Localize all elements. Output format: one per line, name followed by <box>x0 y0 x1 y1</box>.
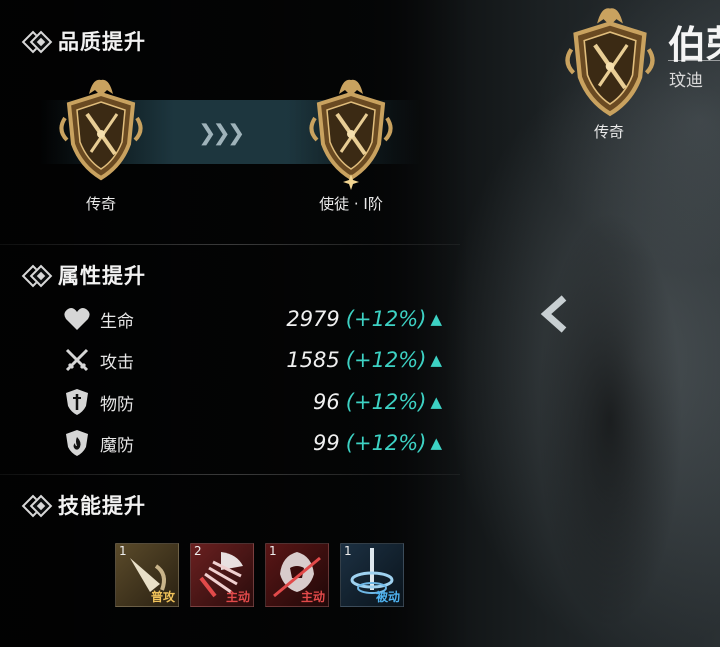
stat-value: 99 <box>313 431 340 455</box>
stat-bonus: (+12%) <box>345 431 427 455</box>
trend-up-icon: ▲ <box>430 310 442 328</box>
skill-type-tag: 普攻 <box>150 590 175 604</box>
attributes-section-title: 属性提升 <box>21 260 146 290</box>
section-divider <box>0 244 460 245</box>
skill-type-tag: 被动 <box>375 590 400 604</box>
stat-value-group: 99 (+12%) ▲ <box>313 431 442 455</box>
skill-slot-passive[interactable]: 1 被动 <box>340 543 404 607</box>
attributes-title-text: 属性提升 <box>58 263 146 288</box>
stat-name: 物防 <box>100 394 134 415</box>
hero-rank-crest-icon <box>560 2 660 118</box>
stat-bonus: (+12%) <box>345 348 427 372</box>
heart-icon <box>62 304 92 334</box>
skill-slot-active-1[interactable]: 2 主动 <box>190 543 254 607</box>
stat-row-magic-def: 魔防 99 (+12%) ▲ <box>62 428 442 458</box>
skill-level: 2 <box>194 544 202 558</box>
skill-slot-active-2[interactable]: 1 主动 <box>265 543 329 607</box>
skills-section-title: 技能提升 <box>21 490 146 520</box>
legend-crest-icon <box>55 74 147 182</box>
apostle-crest-icon <box>305 74 397 192</box>
skill-level: 1 <box>344 544 352 558</box>
skills-title-text: 技能提升 <box>58 493 146 518</box>
stat-bonus: (+12%) <box>345 307 427 331</box>
quality-to-label: 使徒 · Ⅰ阶 <box>319 195 383 213</box>
quality-title-text: 品质提升 <box>58 29 146 54</box>
stat-value: 1585 <box>286 348 340 372</box>
trend-up-icon: ▲ <box>430 393 442 411</box>
stat-value: 96 <box>313 390 340 414</box>
diamond-bullet-icon <box>21 263 54 288</box>
diamond-bullet-icon <box>21 29 54 54</box>
stat-value-group: 1585 (+12%) ▲ <box>286 348 442 372</box>
hero-name-underline <box>668 60 720 61</box>
stat-name: 魔防 <box>100 435 134 456</box>
triple-chevron-right-icon: ❯❯❯ <box>198 121 245 146</box>
section-divider <box>0 474 460 475</box>
trend-up-icon: ▲ <box>430 434 442 452</box>
trend-up-icon: ▲ <box>430 351 442 369</box>
stat-value: 2979 <box>286 307 340 331</box>
collapse-chevron-left-icon[interactable] <box>538 294 570 338</box>
quality-from-label: 传奇 <box>85 195 116 213</box>
stat-bonus: (+12%) <box>345 390 427 414</box>
skill-type-tag: 主动 <box>225 590 250 604</box>
skill-type-tag: 主动 <box>300 590 325 604</box>
skill-level: 1 <box>119 544 127 558</box>
shield-sword-icon <box>62 387 92 417</box>
stat-row-phys-def: 物防 96 (+12%) ▲ <box>62 387 442 417</box>
diamond-bullet-icon <box>21 493 54 518</box>
stat-row-attack: 攻击 1585 (+12%) ▲ <box>62 345 442 375</box>
skill-level: 1 <box>269 544 277 558</box>
skill-slot-basic-attack[interactable]: 1 普攻 <box>115 543 179 607</box>
quality-section-title: 品质提升 <box>21 26 146 56</box>
crossed-swords-icon <box>62 345 92 375</box>
stat-value-group: 96 (+12%) ▲ <box>313 390 442 414</box>
stat-name: 攻击 <box>100 352 134 373</box>
shield-flame-icon <box>62 428 92 458</box>
stat-value-group: 2979 (+12%) ▲ <box>286 307 442 331</box>
hero-rank-label: 传奇 <box>593 123 624 141</box>
hero-subtitle: 玟迪 <box>669 71 703 91</box>
stat-name: 生命 <box>100 311 134 332</box>
stat-row-hp: 生命 2979 (+12%) ▲ <box>62 304 442 334</box>
